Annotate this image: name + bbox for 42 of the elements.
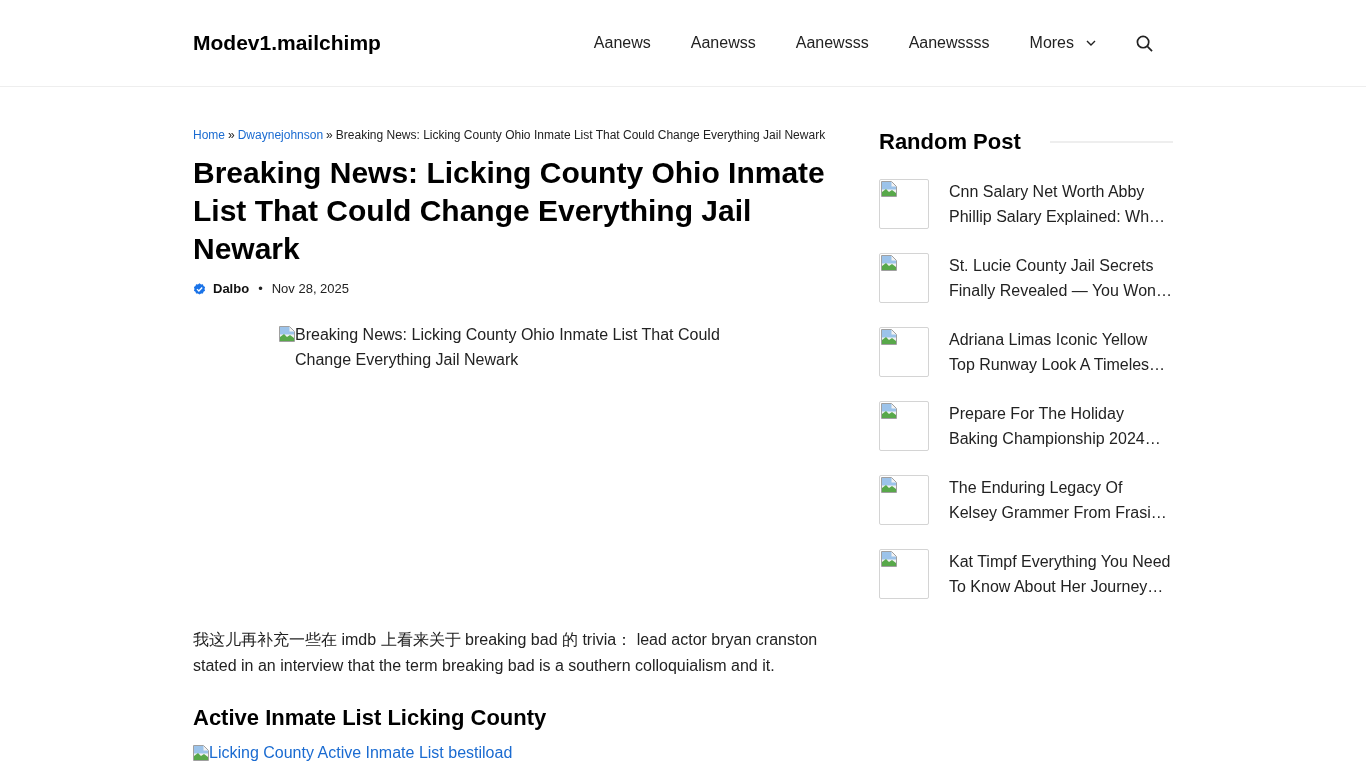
broken-image-icon [881, 403, 897, 419]
breadcrumb-link[interactable]: Dwaynejohnson [237, 127, 324, 143]
thumbnail-placeholder[interactable] [879, 549, 929, 599]
article-paragraph: 我这儿再补充一些在 imdb 上看来关于 breaking bad 的 trivia： lead actor bryan cranston stated in an interview that the term breaking bad is a southern colloquialism and it. [193, 630, 819, 676]
broken-image-icon [881, 551, 897, 567]
nav-link[interactable]: Aanewsss [775, 31, 889, 55]
post-title-link[interactable]: St. Lucie County Jail Secrets Finally Revealed — You Won… [949, 252, 1173, 303]
broken-image-icon [881, 181, 897, 197]
chevron-down-icon [1086, 40, 1096, 46]
image-link[interactable]: Licking County Active Inmate List bestiload [209, 743, 513, 762]
post-date: Nov 28, 2025 [271, 280, 350, 299]
meta-separator: • [258, 280, 263, 299]
search-icon [1136, 34, 1153, 52]
nav-link[interactable]: Aanewssss [888, 31, 1010, 55]
breadcrumb-current: Breaking News: Licking County Ohio Inmate List That Could Change Everything Jail Newark [335, 127, 826, 143]
thumbnail-placeholder[interactable] [879, 179, 929, 229]
breadcrumb-separator: » [228, 127, 235, 143]
broken-image-icon [881, 477, 897, 493]
post-title-link[interactable]: Adriana Limas Iconic Yellow Top Runway Look A Timeles… [949, 326, 1173, 377]
sidebar-heading: Random Post [879, 128, 1021, 156]
post-title-link[interactable]: The Enduring Legacy Of Kelsey Grammer From Frasi… [949, 474, 1173, 525]
section-heading: Active Inmate List Licking County [193, 704, 548, 732]
broken-image-icon [279, 326, 295, 342]
nav-dropdown[interactable]: Mores [1009, 31, 1116, 55]
broken-image-icon [881, 255, 897, 271]
post-title-link[interactable]: Kat Timpf Everything You Need To Know About Her Journey… [949, 548, 1173, 599]
breadcrumb-link[interactable]: Home [193, 127, 225, 143]
thumbnail-placeholder[interactable] [879, 475, 929, 525]
nav-link[interactable]: Aanews [573, 31, 671, 55]
nav-link[interactable]: Aanewss [670, 31, 776, 55]
article-title: Breaking News: Licking County Ohio Inmate List That Could Change Everything Jail Newark [193, 155, 826, 267]
post-title-link[interactable]: Prepare For The Holiday Baking Championship 2024… [949, 400, 1173, 451]
thumbnail-placeholder[interactable] [879, 253, 929, 303]
post-title-link[interactable]: Cnn Salary Net Worth Abby Phillip Salary Explained: Wh… [949, 178, 1173, 229]
broken-image-icon [881, 329, 897, 345]
author-name[interactable]: Dalbo [213, 279, 250, 299]
thumbnail-placeholder[interactable] [879, 401, 929, 451]
broken-image-icon [193, 744, 209, 761]
image-alt-text: Breaking News: Licking County Ohio Inmate List That Could Change Everything Jail Newark [295, 325, 721, 370]
thumbnail-placeholder[interactable] [879, 327, 929, 377]
site-logo[interactable]: Modev1.mailchimp [193, 27, 381, 59]
breadcrumb-separator: » [326, 127, 333, 143]
